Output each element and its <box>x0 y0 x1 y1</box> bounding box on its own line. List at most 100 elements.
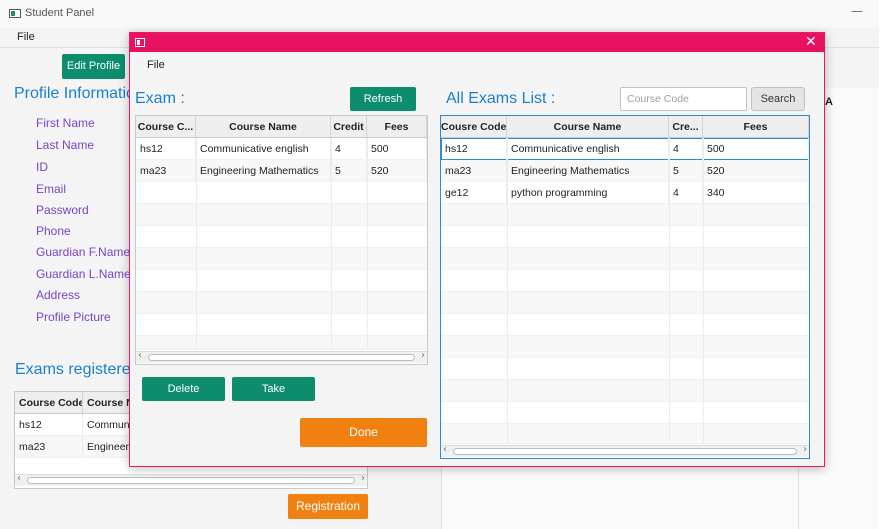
cell-course-code: hs12 <box>15 414 83 436</box>
dialog-menu-file[interactable]: File <box>147 59 165 71</box>
dialog-app-icon <box>135 38 145 47</box>
cell-fees: 500 <box>703 138 809 160</box>
field-label-profile-picture: Profile Picture <box>36 310 111 324</box>
edit-profile-button[interactable]: Edit Profile <box>62 54 125 79</box>
cell-course-code: ma23 <box>136 160 196 182</box>
empty-row <box>441 380 809 402</box>
empty-row <box>136 270 427 292</box>
empty-row <box>441 336 809 358</box>
cell-course-code: ge12 <box>441 182 507 204</box>
table-row[interactable]: ge12 python programming 4 340 <box>441 182 809 204</box>
scroll-left-icon[interactable]: ‹ <box>138 350 142 361</box>
scrollbar-thumb[interactable] <box>453 448 797 455</box>
empty-row <box>441 314 809 336</box>
scroll-right-icon[interactable]: › <box>421 350 425 361</box>
column-header-fragment: A <box>825 96 833 108</box>
column-header-course-code[interactable]: Cousre Code <box>441 116 507 138</box>
table-row[interactable]: hs12 Communicative english 4 500 <box>136 138 427 160</box>
empty-row <box>441 204 809 226</box>
all-exams-heading: All Exams List : <box>446 90 556 107</box>
field-label-email: Email <box>36 182 67 196</box>
field-label-password: Password <box>36 203 89 217</box>
table-row-selected[interactable]: hs12 Communicative english 4 500 <box>441 138 809 160</box>
column-header-credit[interactable]: Cre... <box>669 116 703 138</box>
refresh-button[interactable]: Refresh <box>350 87 416 111</box>
cell-credit: 4 <box>331 138 367 160</box>
all-exams-table: Cousre Code Course Name Cre... Fees hs12… <box>440 115 810 459</box>
column-header-course-name[interactable]: Course Name <box>196 116 331 138</box>
empty-row <box>441 248 809 270</box>
app-icon <box>9 9 21 18</box>
close-icon[interactable]: ✕ <box>805 34 817 50</box>
scroll-right-icon[interactable]: › <box>803 444 807 455</box>
scroll-right-icon[interactable]: › <box>361 473 365 484</box>
window-title: Student Panel <box>25 7 95 19</box>
horizontal-scrollbar[interactable]: ‹ › <box>441 444 809 457</box>
course-code-search-input[interactable]: Course Code <box>620 87 747 111</box>
cell-fees: 500 <box>367 138 427 160</box>
field-label-address: Address <box>36 288 81 302</box>
exams-registered-heading: Exams registered <box>15 361 140 378</box>
minimize-icon[interactable]: — <box>851 4 863 18</box>
cell-course-name: Engineering Mathematics <box>507 160 669 182</box>
cell-course-code: ma23 <box>15 436 83 458</box>
field-label-phone: Phone <box>36 224 71 238</box>
cell-course-name: python programming <box>507 182 669 204</box>
empty-row <box>441 270 809 292</box>
cell-credit: 4 <box>669 182 703 204</box>
cell-course-name: Communicative english <box>507 138 669 160</box>
delete-button[interactable]: Delete <box>142 377 225 401</box>
cell-fees: 340 <box>703 182 809 204</box>
empty-row <box>441 424 809 444</box>
table-row[interactable]: ma23 Engineering Mathematics 5 520 <box>441 160 809 182</box>
column-header-fees[interactable]: Fees <box>703 116 809 138</box>
dialog-menu-bar: File <box>130 52 824 74</box>
empty-row <box>441 226 809 248</box>
column-header-course-code[interactable]: Course C... <box>136 116 196 138</box>
empty-row <box>136 226 427 248</box>
cell-fees: 520 <box>703 160 809 182</box>
field-label-guardian-first-name: Guardian F.Name <box>36 245 131 259</box>
scrollbar-thumb[interactable] <box>148 354 415 361</box>
empty-row <box>136 314 427 336</box>
cell-course-code: hs12 <box>136 138 196 160</box>
empty-row <box>441 358 809 380</box>
field-label-first-name: First Name <box>36 116 95 130</box>
done-button[interactable]: Done <box>300 418 427 447</box>
registration-button[interactable]: Registration <box>288 494 368 519</box>
cell-course-name: Engineering Mathematics <box>196 160 331 182</box>
field-label-guardian-last-name: Guardian L.Name <box>36 267 131 281</box>
table-row[interactable]: ma23 Engineering Mathematics 5 520 <box>136 160 427 182</box>
search-button[interactable]: Search <box>751 87 805 111</box>
cell-course-code: hs12 <box>441 138 507 160</box>
scroll-left-icon[interactable]: ‹ <box>17 473 21 484</box>
dialog-title-bar: ✕ <box>130 33 824 52</box>
scroll-left-icon[interactable]: ‹ <box>443 444 447 455</box>
cell-course-name: Communicative english <box>196 138 331 160</box>
empty-row <box>136 204 427 226</box>
horizontal-scrollbar[interactable]: ‹ › <box>15 473 367 486</box>
exam-dialog: ✕ File Exam : Refresh Course C... Course… <box>129 32 825 467</box>
horizontal-scrollbar[interactable]: ‹ › <box>136 350 427 363</box>
exam-table: Course C... Course Name Credit Fees hs12… <box>135 115 428 365</box>
column-header-credit[interactable]: Credit <box>331 116 367 138</box>
empty-row <box>136 248 427 270</box>
field-label-id: ID <box>36 160 48 174</box>
exam-heading: Exam : <box>135 90 185 107</box>
empty-row <box>136 292 427 314</box>
empty-row <box>441 402 809 424</box>
cell-course-code: ma23 <box>441 160 507 182</box>
menu-file[interactable]: File <box>17 31 35 43</box>
cell-fees: 520 <box>367 160 427 182</box>
cell-credit: 4 <box>669 138 703 160</box>
field-label-last-name: Last Name <box>36 138 95 152</box>
scrollbar-thumb[interactable] <box>27 477 355 484</box>
empty-row <box>441 292 809 314</box>
take-button[interactable]: Take <box>232 377 315 401</box>
column-header-course-name[interactable]: Course Name <box>507 116 669 138</box>
profile-heading: Profile Informatic <box>14 85 135 102</box>
title-bar: Student Panel — <box>0 0 879 28</box>
column-header-course-code[interactable]: Course Code <box>15 392 83 414</box>
column-header-fees[interactable]: Fees <box>367 116 427 138</box>
empty-row <box>136 336 427 350</box>
